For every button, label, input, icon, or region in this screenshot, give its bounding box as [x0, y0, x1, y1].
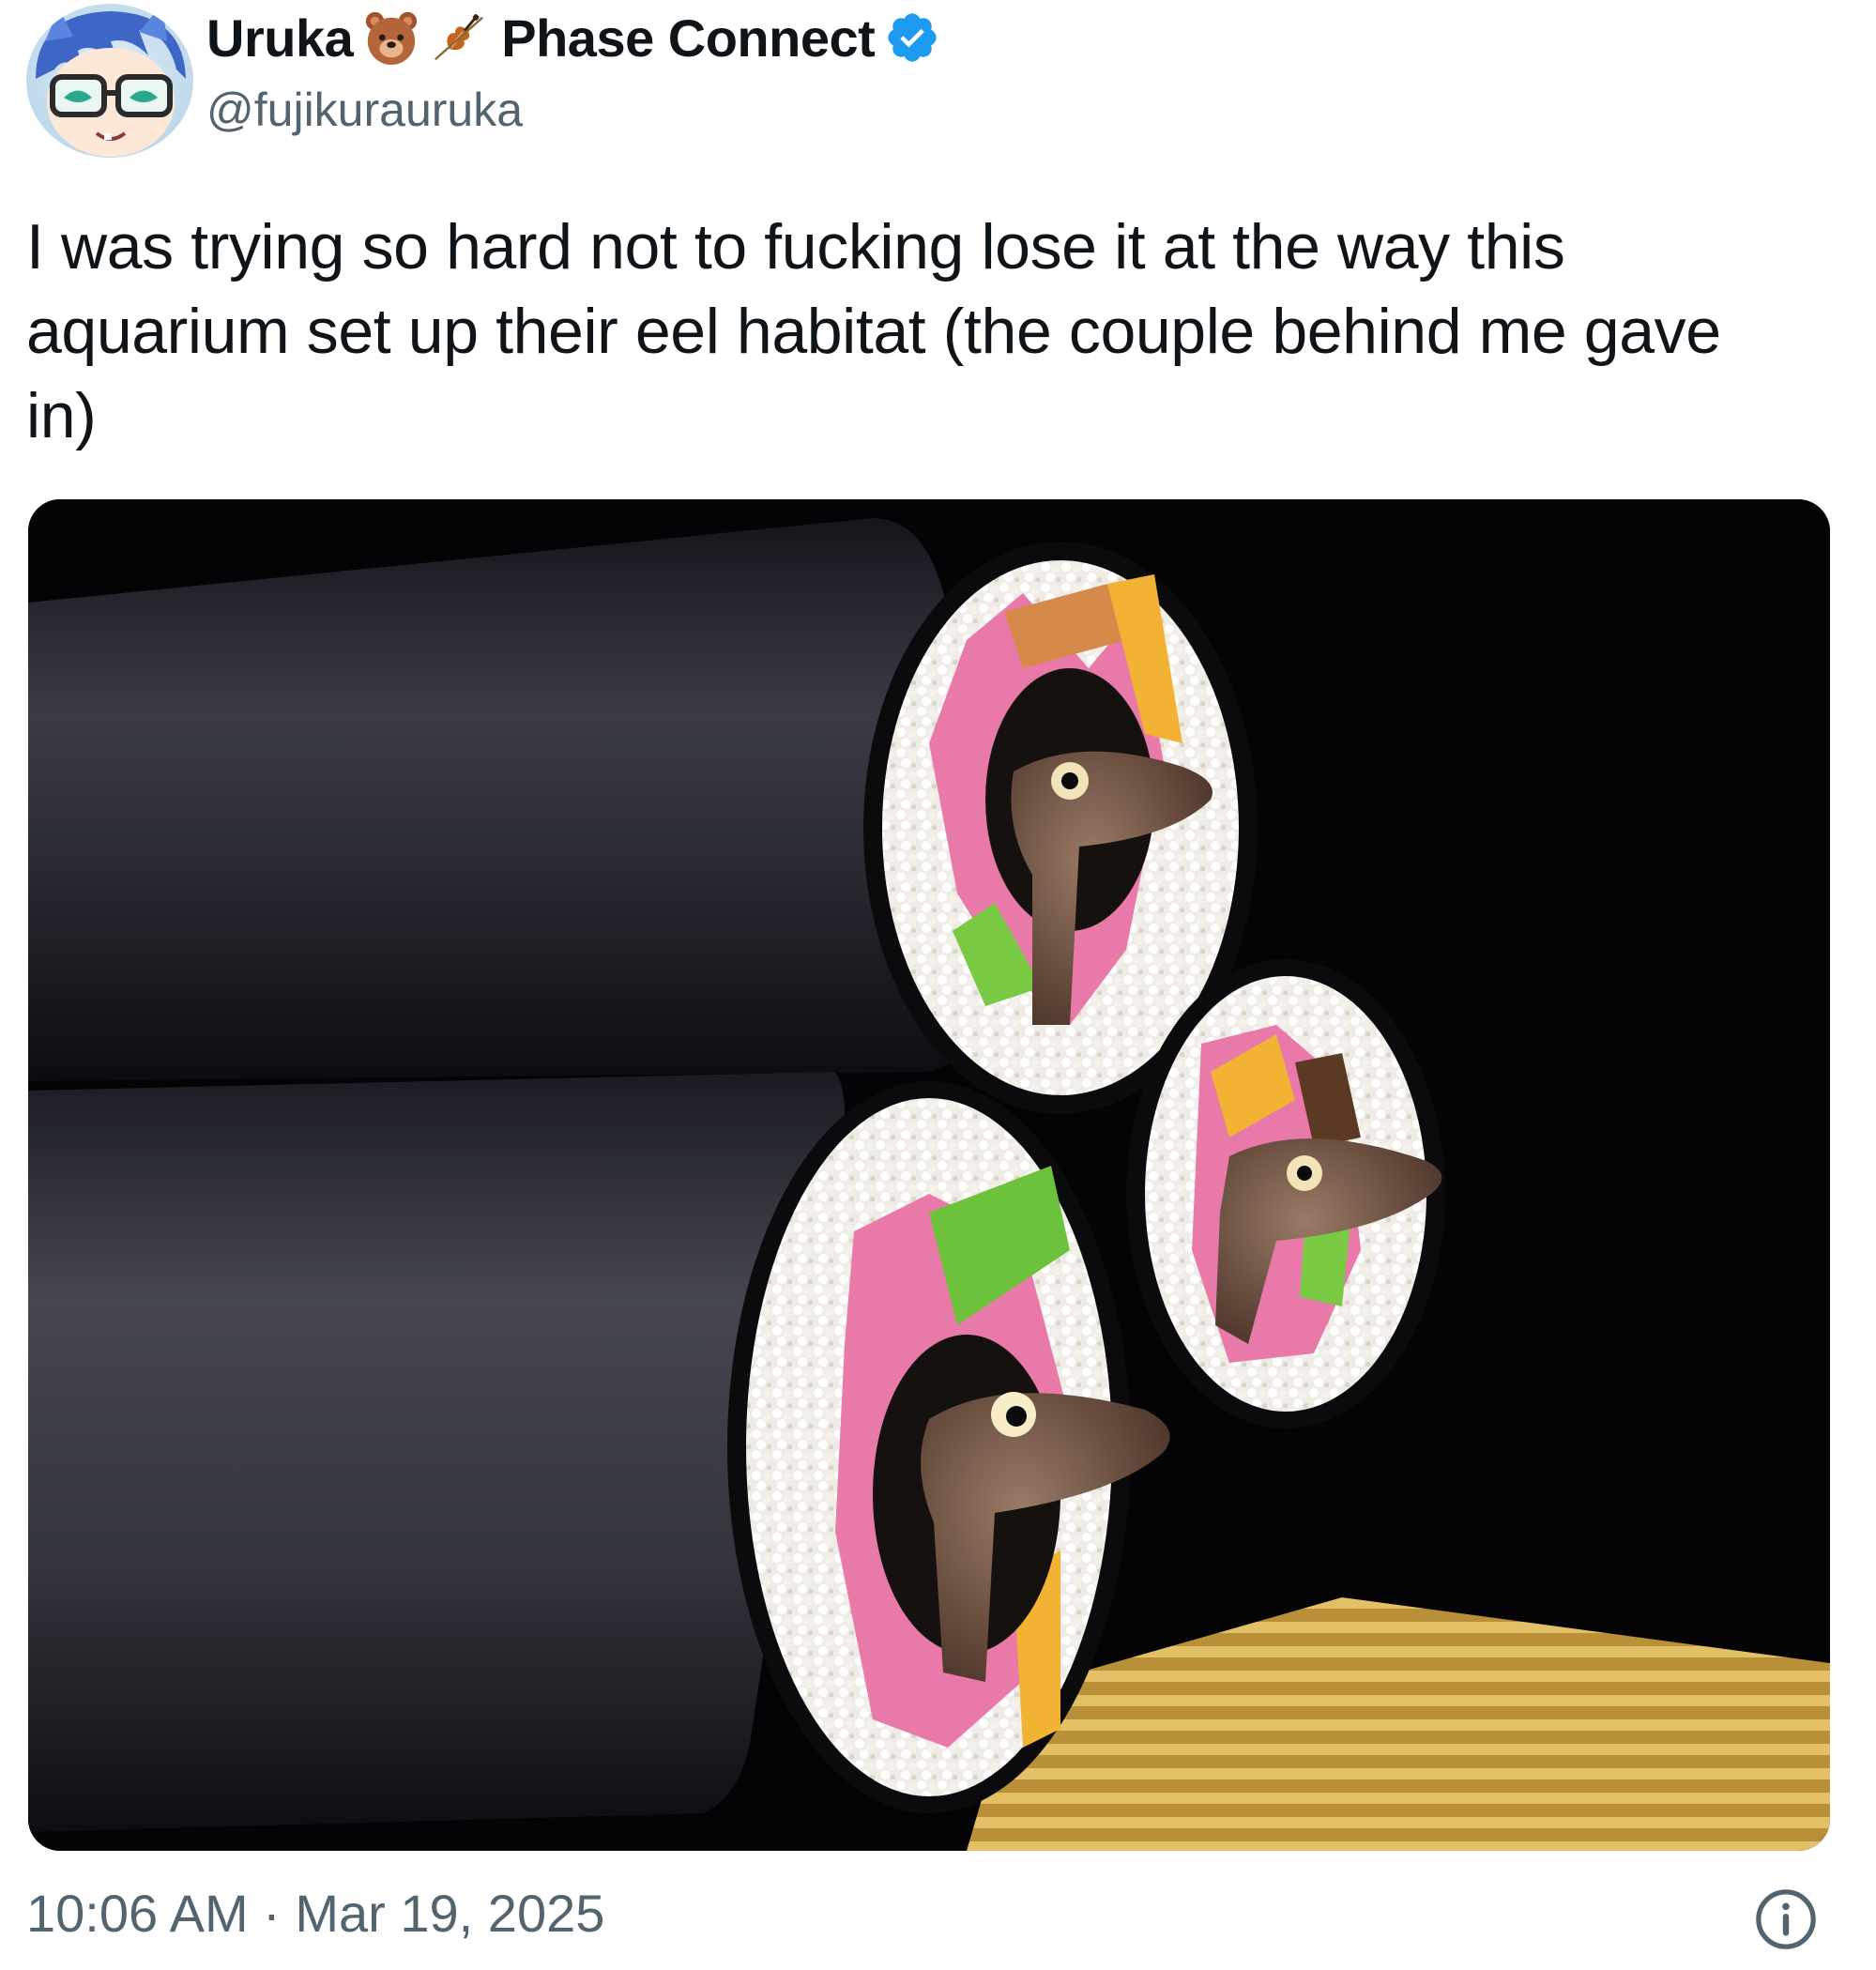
violin-icon: [430, 8, 488, 67]
author-affiliation[interactable]: Phase Connect: [501, 8, 876, 69]
tweet-time: 10:06 AM: [26, 1884, 249, 1943]
author-name-row: Uruka Phase Connect: [206, 6, 940, 69]
verified-badge-icon[interactable]: [884, 9, 940, 66]
info-icon[interactable]: [1753, 1886, 1819, 1952]
avatar-image: [26, 4, 193, 158]
tweet-date: Mar 19, 2025: [295, 1884, 605, 1943]
author-avatar[interactable]: [26, 4, 193, 158]
tweet-time-link[interactable]: 10:06 AM · Mar 19, 2025: [26, 1884, 604, 1943]
author-handle[interactable]: @fujikurauruka: [206, 83, 523, 137]
eel-sushi-habitat-image: [28, 499, 1830, 1851]
timestamp-separator: ·: [263, 1884, 281, 1943]
tweet-timestamp: 10:06 AM · Mar 19, 2025: [26, 1883, 604, 1944]
tweet-text: I was trying so hard not to fucking lose…: [26, 211, 1721, 451]
tweet-media-photo[interactable]: [28, 499, 1830, 1851]
author-display-name[interactable]: Uruka: [206, 8, 354, 69]
bear-face-icon: [362, 8, 420, 67]
